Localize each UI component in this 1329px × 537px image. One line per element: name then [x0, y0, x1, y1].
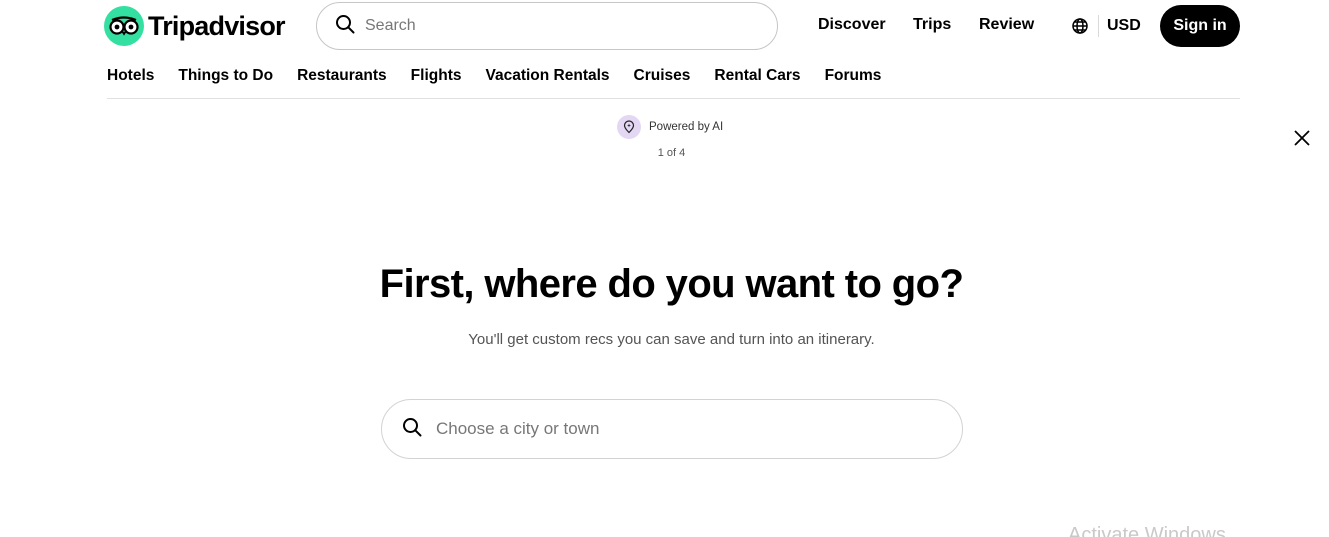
sign-in-button[interactable]: Sign in [1160, 5, 1240, 47]
page-headline: First, where do you want to go? [379, 262, 964, 306]
category-hotels[interactable]: Hotels [107, 67, 154, 85]
city-search-bar[interactable] [381, 399, 963, 459]
header-divider [1098, 15, 1099, 37]
search-icon [335, 14, 355, 39]
globe-icon[interactable] [1071, 17, 1089, 35]
currency-selector[interactable]: USD [1107, 17, 1141, 35]
powered-by-ai-label: Powered by AI [649, 121, 724, 133]
category-vacation-rentals[interactable]: Vacation Rentals [485, 67, 609, 85]
close-icon[interactable] [1291, 127, 1313, 149]
category-forums[interactable]: Forums [825, 67, 882, 85]
category-flights[interactable]: Flights [411, 67, 462, 85]
nav-trips[interactable]: Trips [913, 16, 951, 34]
powered-by-ai-badge: Powered by AI [617, 115, 723, 139]
nav-discover[interactable]: Discover [818, 16, 886, 34]
nav-review[interactable]: Review [979, 16, 1034, 34]
search-icon [402, 417, 422, 442]
activate-windows-watermark: Activate Windows [1068, 524, 1226, 537]
header-search-input[interactable] [365, 17, 745, 35]
page-subtitle: You'll get custom recs you can save and … [468, 331, 875, 348]
header-search-bar[interactable] [316, 2, 778, 50]
category-cruises[interactable]: Cruises [634, 67, 691, 85]
header-divider-line [107, 98, 1240, 99]
owl-logo-icon [104, 6, 144, 46]
step-indicator: 1 of 4 [657, 147, 686, 159]
category-nav: Hotels Things to Do Restaurants Flights … [107, 67, 905, 85]
category-things-to-do[interactable]: Things to Do [178, 67, 273, 85]
tripadvisor-logo[interactable]: Tripadvisor [104, 6, 286, 46]
category-rental-cars[interactable]: Rental Cars [714, 67, 800, 85]
brand-name: Tripadvisor [148, 10, 286, 41]
city-search-input[interactable] [436, 419, 916, 439]
sparkle-pin-icon [617, 115, 641, 139]
category-restaurants[interactable]: Restaurants [297, 67, 387, 85]
